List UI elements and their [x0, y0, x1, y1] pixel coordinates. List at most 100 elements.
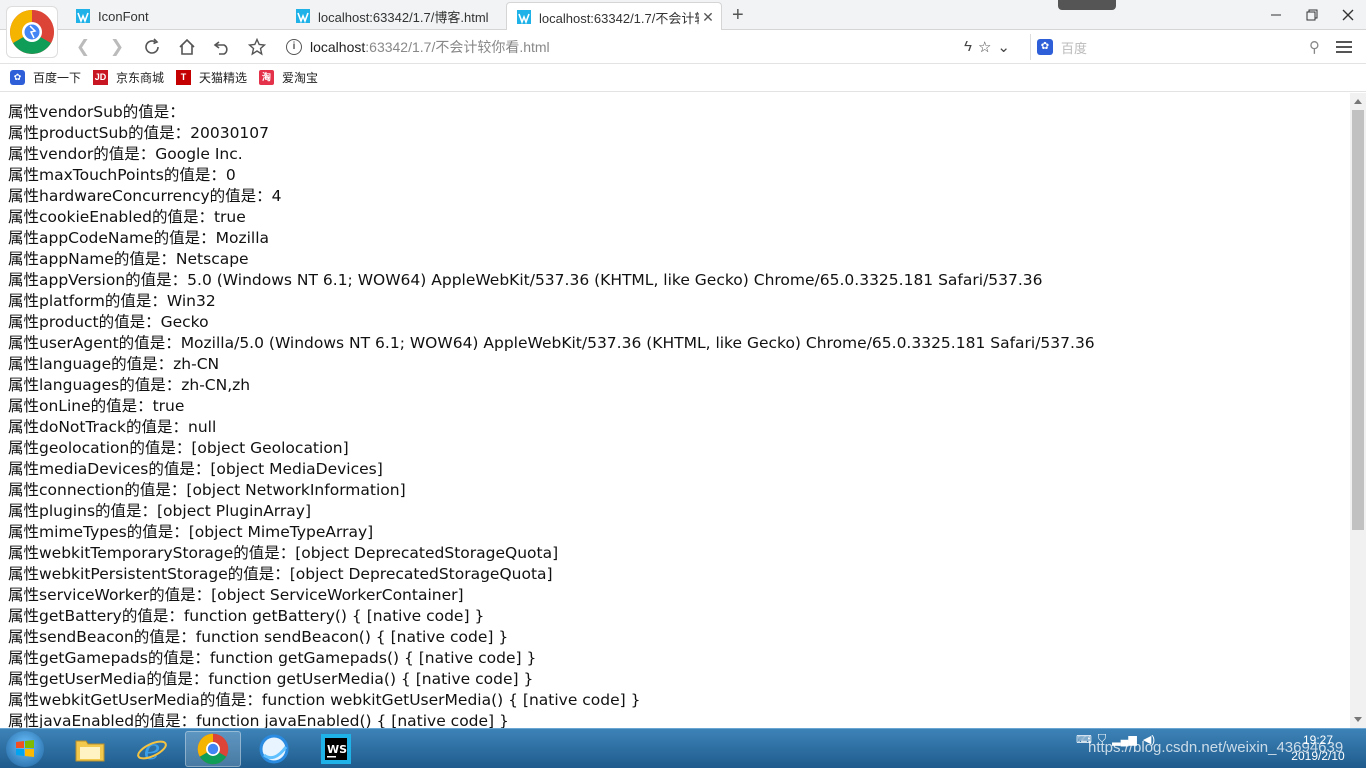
property-line: 属性serviceWorker的值是：[object ServiceWorker… [8, 586, 464, 604]
forward-button[interactable]: ❯ [106, 36, 128, 58]
undo-close-button[interactable] [211, 36, 233, 58]
property-line: 属性plugins的值是：[object PluginArray] [8, 502, 311, 520]
clock-time: 19:27 [1302, 733, 1334, 747]
svg-text:WS: WS [327, 743, 347, 756]
star-icon [248, 38, 266, 56]
tab-iconfont[interactable]: IconFont [66, 2, 282, 30]
chevron-down-icon[interactable]: ⌄ [997, 38, 1010, 56]
bookmark-tmall[interactable]: T 天猫精选 [176, 69, 247, 86]
minimize-button[interactable] [1258, 0, 1294, 30]
property-line: 属性hardwareConcurrency的值是：4 [8, 187, 282, 205]
restore-button[interactable] [1294, 0, 1330, 30]
taskbar: e WS ⌨ ⛉ ▂▄▆ ◀) https://blog.csdn.net/we… [0, 728, 1366, 768]
taskbar-internet-explorer[interactable]: e [124, 731, 180, 767]
menu-button[interactable] [1336, 38, 1352, 54]
jd-icon: JD [93, 70, 109, 85]
baidu-paw-icon: ✿ [10, 70, 25, 85]
start-button[interactable] [6, 731, 44, 767]
page-content: 属性vendorSub的值是： 属性productSub的值是：20030107 属… [0, 93, 1350, 728]
bookmark-label: 天猫精选 [199, 71, 248, 85]
qq-browser-icon [259, 734, 289, 764]
webstorm-favicon-icon [296, 9, 310, 24]
taskbar-webstorm[interactable]: WS [308, 731, 364, 767]
scroll-up-arrow-icon[interactable] [1354, 99, 1362, 104]
tab-title: localhost:63342/1.7/不会计较 [539, 10, 699, 26]
scrollbar-thumb[interactable] [1352, 110, 1364, 530]
bookmark-label: 百度一下 [33, 71, 82, 85]
restore-icon [1306, 9, 1318, 21]
reload-icon [145, 38, 159, 54]
baidu-paw-icon: ✿ [1037, 39, 1053, 55]
lightning-icon[interactable]: ϟ [964, 38, 972, 56]
address-path: :63342/1.7/不会计较你看.html [365, 39, 550, 55]
taskbar-clock[interactable]: 19:27 2019/2/10 [1280, 732, 1356, 764]
property-line: 属性productSub的值是：20030107 [8, 124, 270, 142]
internet-explorer-icon: e [137, 733, 167, 765]
property-line: 属性userAgent的值是：Mozilla/5.0 (Windows NT 6… [8, 334, 1095, 352]
property-line: 属性getGamepads的值是：function getGamepads() … [8, 649, 537, 667]
property-line: 属性maxTouchPoints的值是：0 [8, 166, 236, 184]
chrome-icon [197, 733, 229, 765]
property-line: 属性getBattery的值是：function getBattery() { … [8, 607, 485, 625]
property-line: 属性onLine的值是：true [8, 397, 185, 415]
file-explorer-icon [75, 740, 105, 762]
bookmarks-bar: ✿ 百度一下 JD 京东商城 T 天猫精选 淘 爱淘宝 [0, 64, 1366, 92]
tab-active-page[interactable]: localhost:63342/1.7/不会计较 ✕ [506, 2, 722, 31]
bookmark-label: 爱淘宝 [282, 71, 319, 85]
aitaobao-icon: 淘 [259, 70, 275, 85]
webstorm-favicon-icon [517, 10, 531, 25]
tmall-icon: T [176, 70, 192, 85]
taskbar-qq-browser[interactable] [246, 731, 302, 767]
property-line: 属性connection的值是：[object NetworkInformati… [8, 481, 406, 499]
bookmark-jd[interactable]: JD 京东商城 [93, 69, 164, 86]
windows-logo-icon [16, 740, 34, 757]
close-window-button[interactable] [1330, 0, 1366, 30]
property-line: 属性getUserMedia的值是：function getUserMedia(… [8, 670, 534, 688]
property-line: 属性vendor的值是：Google Inc. [8, 145, 243, 163]
reload-button[interactable] [141, 36, 163, 58]
property-line: 属性appVersion的值是：5.0 (Windows NT 6.1; WOW… [8, 271, 1043, 289]
search-icon[interactable]: ⚲ [1309, 38, 1320, 56]
tab-title: IconFont [98, 8, 149, 24]
property-line: 属性language的值是：zh-CN [8, 355, 220, 373]
taskbar-chrome[interactable] [185, 731, 241, 767]
address-bar[interactable]: i localhost:63342/1.7/不会计较你看.html [282, 34, 1026, 60]
bookmark-star-button[interactable] [246, 36, 268, 58]
favorite-star-icon[interactable]: ☆ [978, 38, 991, 56]
property-line: 属性sendBeacon的值是：function sendBeacon() { … [8, 628, 509, 646]
bookmark-label: 京东商城 [116, 71, 165, 85]
property-line: 属性javaEnabled的值是：function javaEnabled() … [8, 712, 509, 728]
tab-blog[interactable]: localhost:63342/1.7/博客.html [286, 2, 502, 30]
clock-date: 2019/2/10 [1291, 749, 1345, 763]
bookmark-baidu[interactable]: ✿ 百度一下 [10, 69, 81, 86]
home-button[interactable] [176, 36, 198, 58]
address-host: localhost [310, 39, 366, 55]
tab-strip: IconFont localhost:63342/1.7/博客.html loc… [0, 0, 1366, 31]
property-line: 属性languages的值是：zh-CN,zh [8, 376, 251, 394]
svg-text:e: e [144, 733, 161, 765]
property-line: 属性geolocation的值是：[object Geolocation] [8, 439, 349, 457]
back-button[interactable]: ❮ [72, 36, 94, 58]
browser-toolbar: ❮ ❯ i localhost:63342/1.7/不会计较你看.html ϟ … [0, 30, 1366, 64]
undo-icon [213, 41, 228, 55]
bookmark-aitaobao[interactable]: 淘 爱淘宝 [259, 69, 318, 86]
property-line: 属性webkitGetUserMedia的值是：function webkitG… [8, 691, 641, 709]
vertical-scrollbar[interactable] [1350, 93, 1366, 728]
property-line: 属性cookieEnabled的值是：true [8, 208, 246, 226]
property-line: 属性webkitPersistentStorage的值是：[object Dep… [8, 565, 553, 583]
page-info-icon[interactable]: i [286, 39, 302, 55]
home-icon [179, 38, 195, 55]
browser-logo-icon [6, 6, 58, 58]
property-line: 属性product的值是：Gecko [8, 313, 209, 331]
search-input[interactable]: 百度 [1061, 38, 1309, 57]
scroll-down-arrow-icon[interactable] [1354, 717, 1362, 722]
new-tab-button[interactable]: + [732, 4, 744, 27]
window-controls [1258, 0, 1366, 30]
webstorm-icon: WS [321, 734, 351, 764]
property-line: 属性platform的值是：Win32 [8, 292, 216, 310]
tab-close-icon[interactable]: ✕ [699, 9, 717, 26]
property-line: 属性mediaDevices的值是：[object MediaDevices] [8, 460, 383, 478]
taskbar-file-explorer[interactable] [62, 731, 118, 767]
search-box[interactable]: ✿ 百度 ⚲ [1030, 34, 1326, 60]
minimize-icon [1271, 14, 1281, 16]
